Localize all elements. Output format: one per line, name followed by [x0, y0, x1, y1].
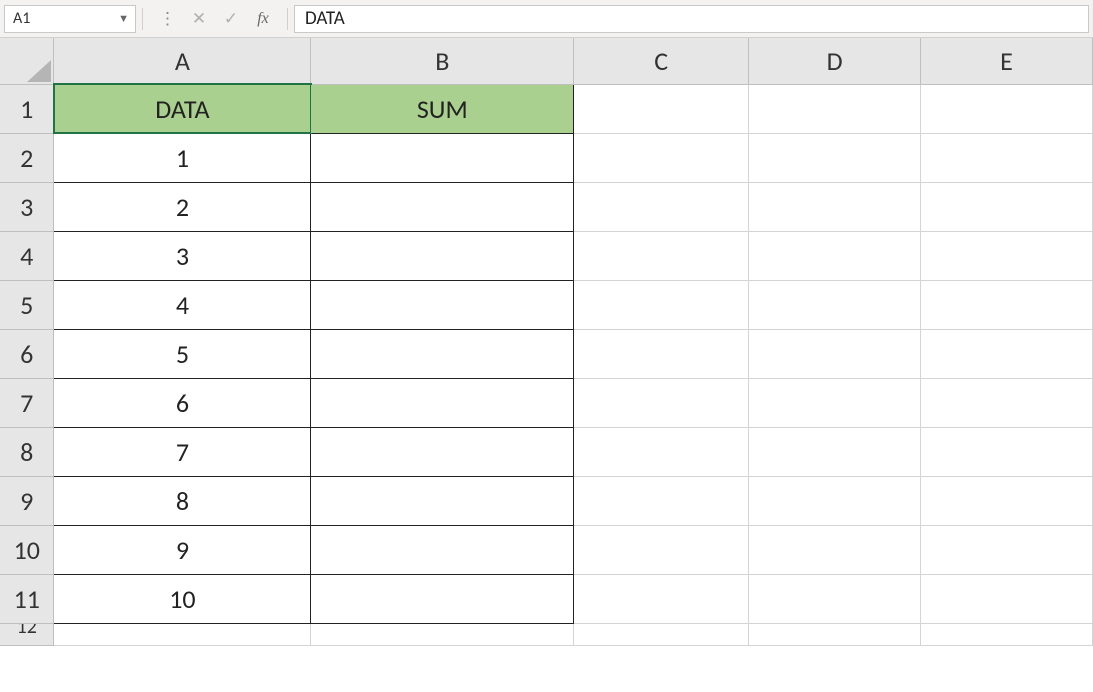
cell-E4[interactable]	[921, 231, 1093, 280]
cell-D8[interactable]	[749, 427, 921, 476]
fx-icon[interactable]: fx	[249, 6, 277, 32]
cell-C2[interactable]	[574, 133, 749, 182]
cell-C6[interactable]	[574, 329, 749, 378]
column-header-C[interactable]: C	[574, 38, 749, 84]
name-box[interactable]: A1 ▼	[4, 5, 136, 33]
cell-A6[interactable]: 5	[54, 329, 311, 378]
cell-B2[interactable]	[311, 133, 574, 182]
cell-E11[interactable]	[921, 574, 1093, 623]
cell-D6[interactable]	[749, 329, 921, 378]
cell-C4[interactable]	[574, 231, 749, 280]
row-header-11[interactable]: 11	[0, 574, 54, 623]
formula-input-value: DATA	[305, 7, 345, 30]
cell-B7[interactable]	[311, 378, 574, 427]
cell-B11[interactable]	[311, 574, 574, 623]
cell-B9[interactable]	[311, 476, 574, 525]
cell-B8[interactable]	[311, 427, 574, 476]
formula-bar-buttons: ⋮ ✕ ✓ fx	[149, 6, 281, 32]
cell-C3[interactable]	[574, 182, 749, 231]
cell-C7[interactable]	[574, 378, 749, 427]
cell-A10[interactable]: 9	[54, 525, 311, 574]
cell-E7[interactable]	[921, 378, 1093, 427]
row-header-10[interactable]: 10	[0, 525, 54, 574]
cell-A8[interactable]: 7	[54, 427, 311, 476]
cell-B4[interactable]	[311, 231, 574, 280]
cell-E3[interactable]	[921, 182, 1093, 231]
cell-E10[interactable]	[921, 525, 1093, 574]
row-header-7[interactable]: 7	[0, 378, 54, 427]
cell-D12[interactable]	[749, 623, 921, 645]
divider	[142, 8, 143, 30]
cell-B3[interactable]	[311, 182, 574, 231]
cell-D10[interactable]	[749, 525, 921, 574]
column-header-A[interactable]: A	[54, 38, 311, 84]
cell-A11[interactable]: 10	[54, 574, 311, 623]
name-box-value: A1	[13, 9, 30, 28]
row-header-6[interactable]: 6	[0, 329, 54, 378]
formula-input[interactable]: DATA	[294, 5, 1089, 33]
cell-E1[interactable]	[921, 84, 1093, 133]
cell-A5[interactable]: 4	[54, 280, 311, 329]
cell-D3[interactable]	[749, 182, 921, 231]
column-header-D[interactable]: D	[749, 38, 921, 84]
cell-B6[interactable]	[311, 329, 574, 378]
spreadsheet: A B C D E 1 DATA SUM 2 1	[0, 38, 1093, 646]
cell-D5[interactable]	[749, 280, 921, 329]
cell-C12[interactable]	[574, 623, 749, 645]
cell-D4[interactable]	[749, 231, 921, 280]
cell-E5[interactable]	[921, 280, 1093, 329]
divider	[287, 8, 288, 30]
cancel-icon[interactable]: ✕	[185, 6, 213, 32]
cell-C8[interactable]	[574, 427, 749, 476]
cell-C1[interactable]	[574, 84, 749, 133]
cell-E6[interactable]	[921, 329, 1093, 378]
cell-A7[interactable]: 6	[54, 378, 311, 427]
column-header-B[interactable]: B	[311, 38, 574, 84]
column-header-E[interactable]: E	[921, 38, 1093, 84]
select-all-triangle-icon	[27, 60, 51, 82]
cell-B5[interactable]	[311, 280, 574, 329]
select-all-corner[interactable]	[0, 38, 54, 84]
more-icon[interactable]: ⋮	[153, 6, 181, 32]
row-header-1[interactable]: 1	[0, 84, 54, 133]
row-header-12[interactable]: 12	[0, 623, 54, 645]
cell-B1[interactable]: SUM	[311, 84, 574, 133]
cell-C11[interactable]	[574, 574, 749, 623]
cell-E12[interactable]	[921, 623, 1093, 645]
row-header-3[interactable]: 3	[0, 182, 54, 231]
cell-A12[interactable]	[54, 623, 311, 645]
cell-E9[interactable]	[921, 476, 1093, 525]
cell-D1[interactable]	[749, 84, 921, 133]
cell-C9[interactable]	[574, 476, 749, 525]
enter-icon[interactable]: ✓	[217, 6, 245, 32]
row-header-5[interactable]: 5	[0, 280, 54, 329]
cell-C5[interactable]	[574, 280, 749, 329]
grid: A B C D E 1 DATA SUM 2 1	[0, 38, 1093, 646]
cell-A4[interactable]: 3	[54, 231, 311, 280]
cell-B12[interactable]	[311, 623, 574, 645]
cell-A1[interactable]: DATA	[54, 84, 311, 133]
cell-D2[interactable]	[749, 133, 921, 182]
cell-D7[interactable]	[749, 378, 921, 427]
cell-E8[interactable]	[921, 427, 1093, 476]
row-header-4[interactable]: 4	[0, 231, 54, 280]
cell-B10[interactable]	[311, 525, 574, 574]
chevron-down-icon[interactable]: ▼	[118, 12, 129, 25]
cell-E2[interactable]	[921, 133, 1093, 182]
row-header-8[interactable]: 8	[0, 427, 54, 476]
cell-C10[interactable]	[574, 525, 749, 574]
cell-D11[interactable]	[749, 574, 921, 623]
row-header-2[interactable]: 2	[0, 133, 54, 182]
cell-A3[interactable]: 2	[54, 182, 311, 231]
formula-bar: A1 ▼ ⋮ ✕ ✓ fx DATA	[0, 0, 1093, 38]
row-header-9[interactable]: 9	[0, 476, 54, 525]
cell-A2[interactable]: 1	[54, 133, 311, 182]
cell-A9[interactable]: 8	[54, 476, 311, 525]
cell-D9[interactable]	[749, 476, 921, 525]
